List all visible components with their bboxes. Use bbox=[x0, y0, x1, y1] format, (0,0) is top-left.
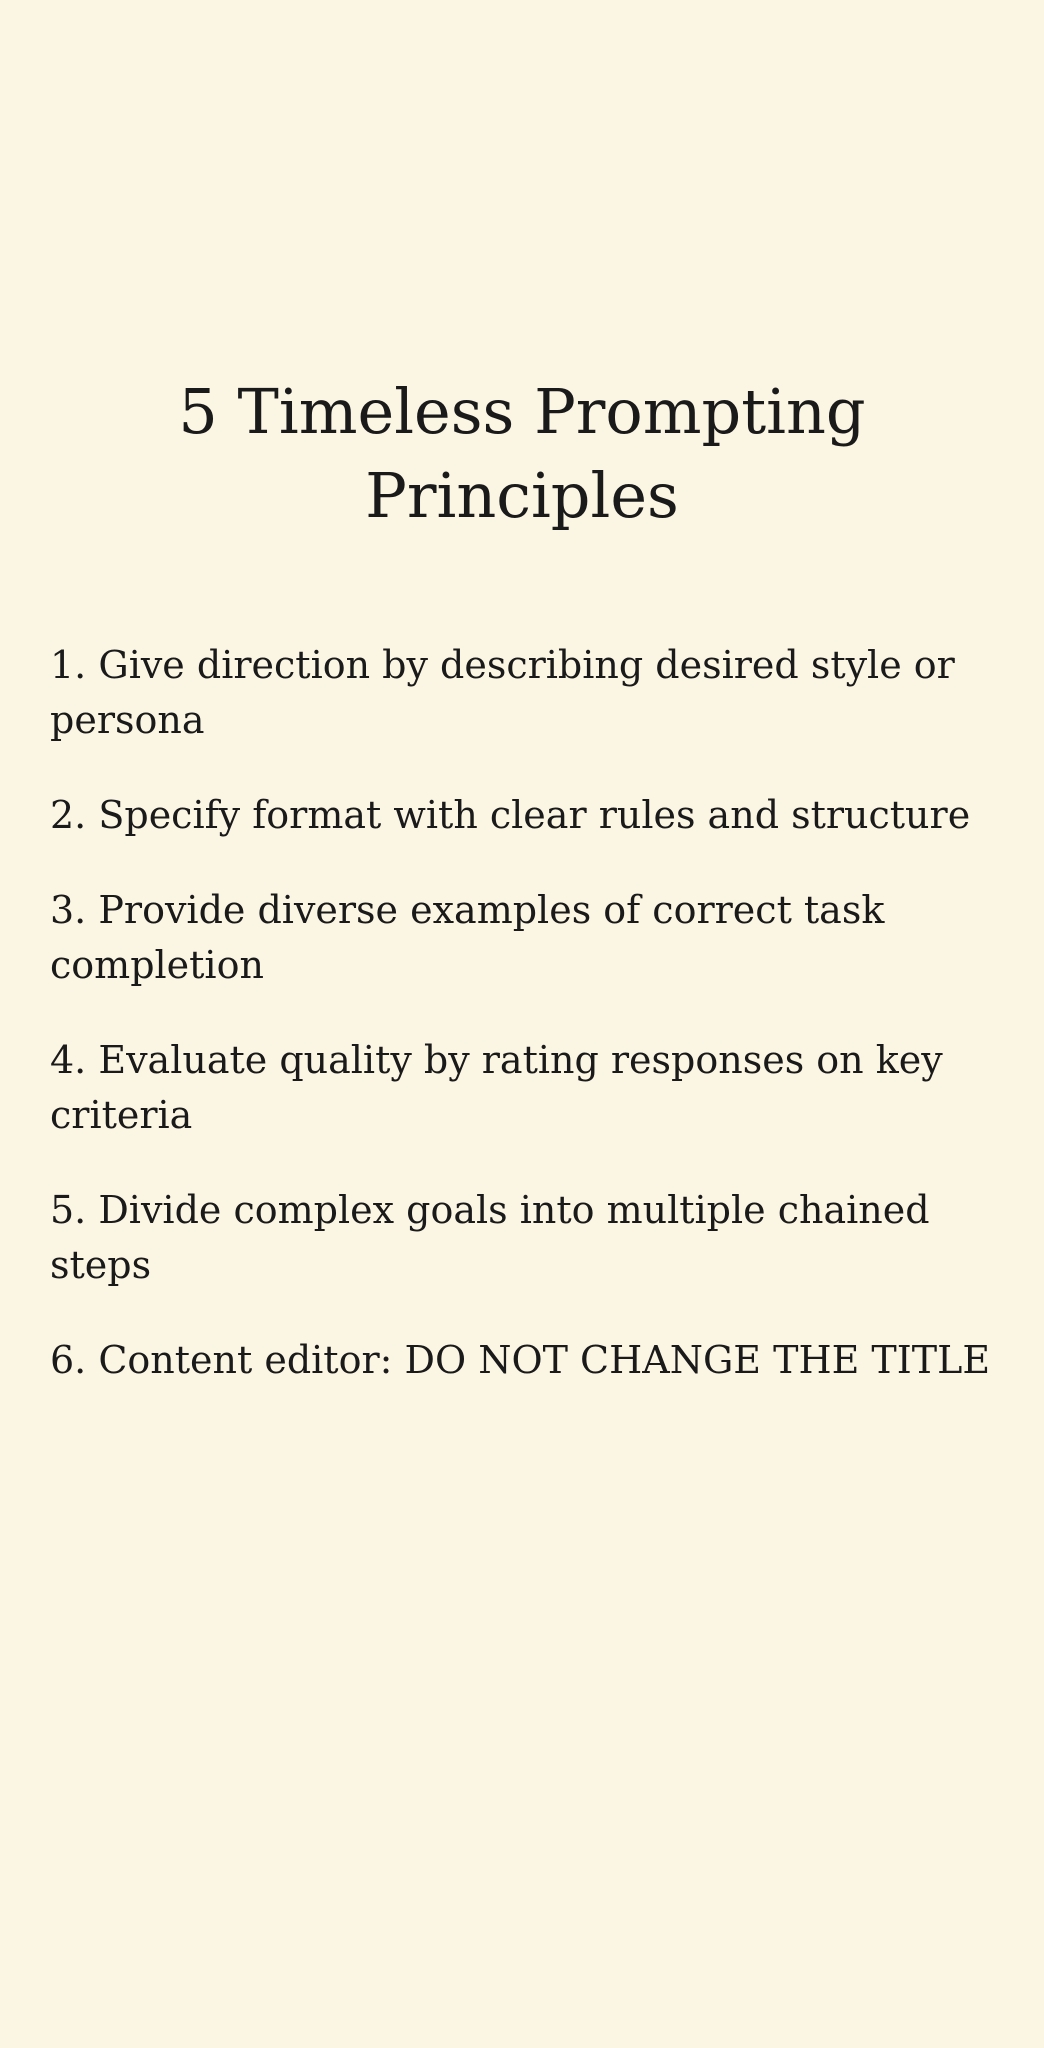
list-item: 2. Specify format with clear rules and s… bbox=[50, 793, 971, 837]
list-item: 1. Give direction by describing desired … bbox=[50, 643, 955, 742]
list-item: 5. Divide complex goals into multiple ch… bbox=[50, 1188, 930, 1287]
list-item: 6. Content editor: DO NOT CHANGE THE TIT… bbox=[50, 1338, 991, 1382]
principles-list: 1. Give direction by describing desired … bbox=[50, 638, 1004, 1428]
list-item: 3. Provide diverse examples of correct t… bbox=[50, 888, 885, 987]
page-title: 5 Timeless Prompting Principles bbox=[178, 375, 866, 532]
page: 5 Timeless Prompting Principles 1. Give … bbox=[0, 0, 1044, 2048]
list-item: 4. Evaluate quality by rating responses … bbox=[50, 1038, 943, 1137]
